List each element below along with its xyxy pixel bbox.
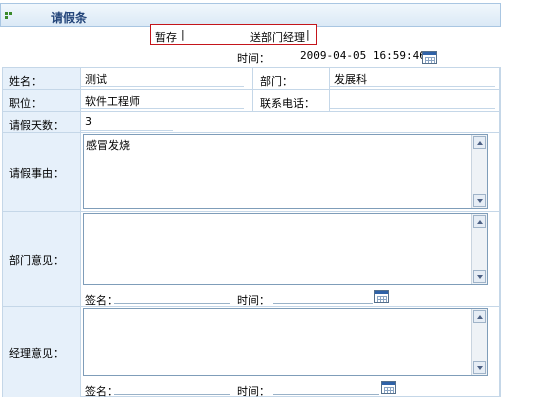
dept-field[interactable]: 发展科 <box>330 68 500 90</box>
title-grid-icon <box>5 12 12 19</box>
mgr-sign-field[interactable] <box>114 394 230 395</box>
separator: | <box>306 28 310 41</box>
days-label: 请假天数： <box>9 119 64 132</box>
separator: | <box>181 28 185 41</box>
position-label: 职位： <box>9 97 42 110</box>
position-value: 软件工程师 <box>85 95 140 108</box>
mgr-opinion-scrollbar[interactable] <box>471 309 487 375</box>
dept-opinion-label-cell: 部门意见： <box>3 212 81 307</box>
position-label-cell: 职位： <box>3 90 81 112</box>
reason-scrollbar[interactable] <box>471 135 487 208</box>
mgr-opinion-textarea[interactable] <box>83 308 488 376</box>
scroll-up-arrow-icon[interactable] <box>473 136 486 149</box>
name-field[interactable]: 测试 <box>81 68 253 90</box>
calendar-icon[interactable] <box>422 51 437 64</box>
send-to-manager-button[interactable]: 送部门经理 <box>250 29 305 45</box>
scroll-down-arrow-icon[interactable] <box>473 270 486 283</box>
scroll-down-arrow-icon[interactable] <box>473 194 486 207</box>
calendar-icon[interactable] <box>374 290 389 303</box>
reason-label-cell: 请假事由： <box>3 133 81 212</box>
days-label-cell: 请假天数： <box>3 112 81 133</box>
dept-opinion-label: 部门意见： <box>9 254 64 267</box>
name-label: 姓名： <box>9 75 42 88</box>
position-field[interactable]: 软件工程师 <box>81 90 253 112</box>
calendar-icon[interactable] <box>381 381 396 394</box>
mgr-sign-time-label: 时间： <box>237 385 270 398</box>
page-title: 请假条 <box>51 11 88 25</box>
mgr-sign-time-field[interactable] <box>273 394 379 395</box>
name-label-cell: 姓名： <box>3 68 81 90</box>
dept-sign-field[interactable] <box>114 303 230 304</box>
scroll-up-arrow-icon[interactable] <box>473 215 486 228</box>
leave-form: 姓名： 测试 部门： 发展科 职位： 软件工程师 联系电话： 请假天数： 3 请… <box>2 67 501 398</box>
dept-sign-label: 签名： <box>85 294 118 307</box>
phone-field[interactable] <box>330 90 500 112</box>
dept-opinion-cell: 签名： 时间： <box>81 212 500 307</box>
mgr-sign-label: 签名： <box>85 385 118 398</box>
dept-label: 部门： <box>260 75 293 88</box>
phone-label-cell: 联系电话： <box>253 90 330 112</box>
name-value: 测试 <box>85 73 107 86</box>
scroll-down-arrow-icon[interactable] <box>473 361 486 374</box>
dept-opinion-scrollbar[interactable] <box>471 214 487 284</box>
dept-sign-time-field[interactable] <box>273 303 373 304</box>
dept-label-cell: 部门： <box>253 68 330 90</box>
request-time-label: 时间： <box>237 52 270 65</box>
mgr-opinion-label: 经理意见： <box>9 347 64 360</box>
scroll-up-arrow-icon[interactable] <box>473 310 486 323</box>
reason-label: 请假事由： <box>9 167 64 180</box>
reason-cell: 感冒发烧 <box>81 133 500 212</box>
days-value: 3 <box>85 115 92 128</box>
save-draft-button[interactable]: 暂存 <box>155 29 177 45</box>
reason-textarea[interactable]: 感冒发烧 <box>83 134 488 209</box>
mgr-opinion-cell: 签名： 时间： <box>81 307 500 398</box>
dept-sign-time-label: 时间： <box>237 294 270 307</box>
action-toolbar: 暂存 | 送部门经理 | <box>150 24 317 45</box>
mgr-opinion-label-cell: 经理意见： <box>3 307 81 397</box>
days-field[interactable]: 3 <box>81 112 500 133</box>
dept-value: 发展科 <box>334 73 367 86</box>
request-time-value: 2009-04-05 16:59:46 <box>300 49 426 62</box>
phone-label: 联系电话： <box>260 97 315 110</box>
dept-opinion-textarea[interactable] <box>83 213 488 285</box>
